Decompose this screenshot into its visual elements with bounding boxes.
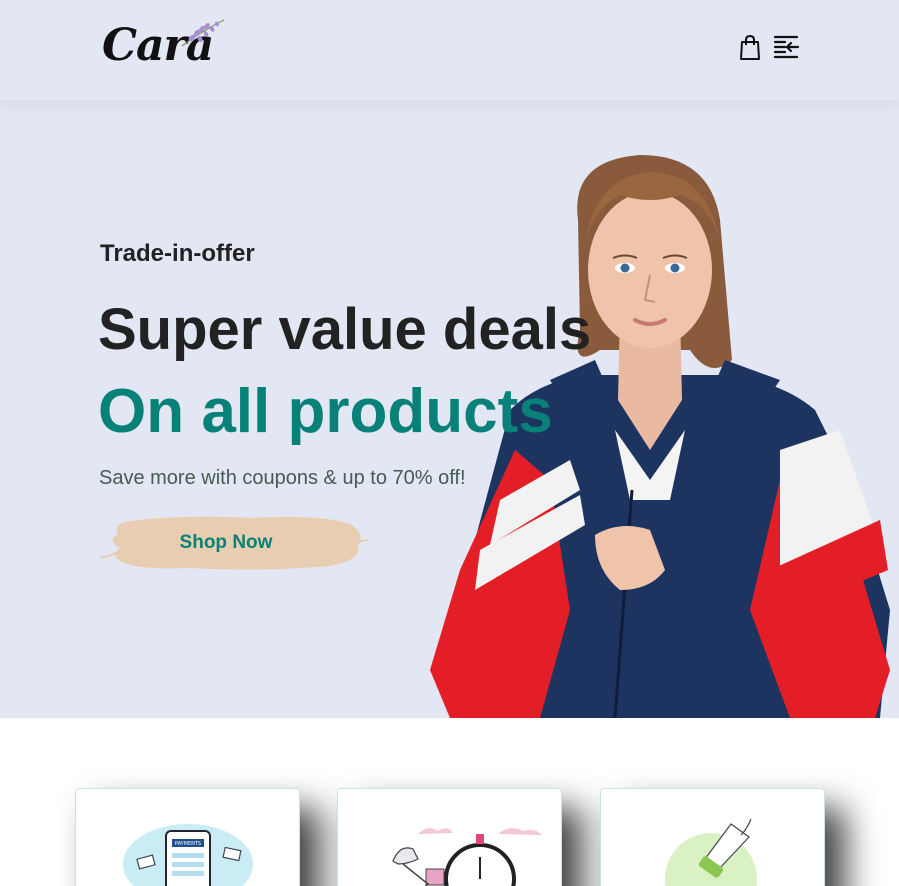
menu-icon[interactable] <box>773 34 800 62</box>
site-header: Cara <box>0 0 899 100</box>
lavender-sprig-icon <box>181 19 225 47</box>
hero-section: Trade-in-offer Super value deals On all … <box>0 100 899 718</box>
hero-subtitle: Save more with coupons & up to 70% off! <box>99 467 466 489</box>
hero-highlight: On all products <box>98 377 553 446</box>
shop-now-button[interactable]: Shop Now <box>100 512 370 574</box>
feature-card[interactable] <box>337 788 562 886</box>
feature-card[interactable]: PAYMENTS <box>75 788 300 886</box>
hero-pretitle: Trade-in-offer <box>100 240 255 267</box>
features-section: PAYMENTS <box>0 718 899 886</box>
fast-delivery-illustration <box>392 828 542 886</box>
online-payment-illustration: PAYMENTS <box>123 824 253 886</box>
hero-title: Super value deals <box>98 297 592 362</box>
svg-text:PAYMENTS: PAYMENTS <box>175 841 201 847</box>
feature-card[interactable] <box>600 788 825 886</box>
save-money-illustration <box>665 818 757 886</box>
shopping-bag-icon[interactable] <box>738 34 764 62</box>
shop-now-label: Shop Now <box>179 532 273 553</box>
cara-logo[interactable]: Cara <box>100 18 225 74</box>
